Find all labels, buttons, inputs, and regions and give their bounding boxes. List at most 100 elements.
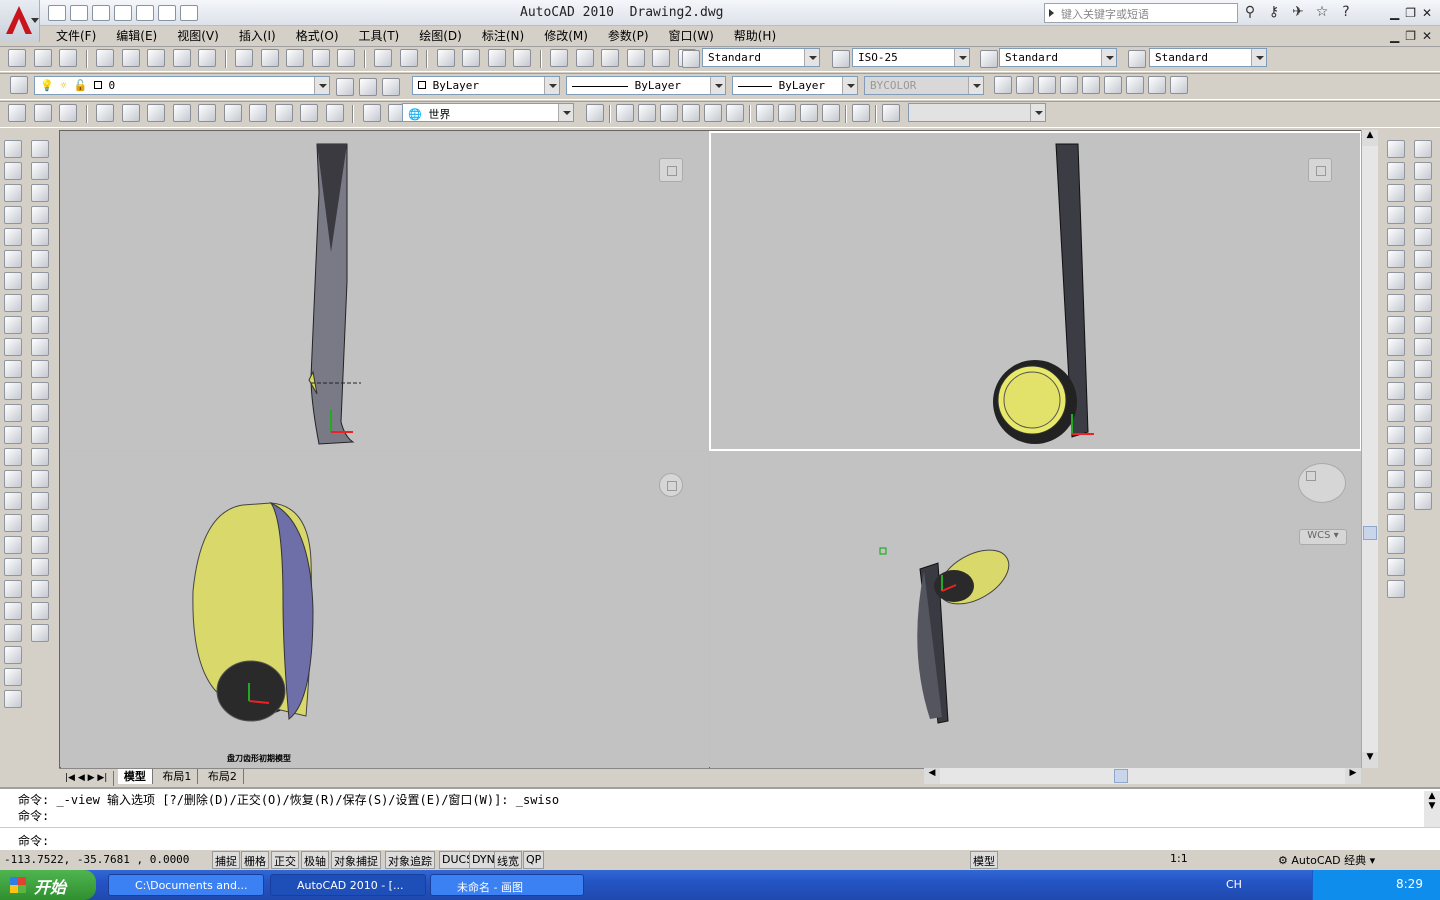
move-icon[interactable] bbox=[31, 250, 49, 268]
ucs-view-icon[interactable] bbox=[147, 104, 165, 122]
ucs-apply-icon[interactable] bbox=[325, 104, 344, 122]
ucs-face-icon[interactable] bbox=[96, 104, 114, 122]
rotate-icon[interactable] bbox=[31, 272, 49, 290]
make-block-icon[interactable] bbox=[4, 404, 22, 422]
menu-file[interactable]: 文件(F) bbox=[46, 26, 106, 44]
tab-model[interactable]: 模型 bbox=[117, 769, 153, 784]
dim-style-icon[interactable] bbox=[1387, 580, 1405, 598]
diameter-dim-icon[interactable] bbox=[1387, 272, 1405, 290]
arc-length-icon[interactable] bbox=[1387, 184, 1405, 202]
linear-dim-icon[interactable] bbox=[1387, 140, 1405, 158]
snap-center-icon[interactable] bbox=[1414, 294, 1432, 312]
zoom-scale-icon[interactable] bbox=[1038, 76, 1056, 94]
menu-help[interactable]: 帮助(H) bbox=[724, 26, 786, 44]
scroll-up-icon[interactable]: ▲ bbox=[1362, 130, 1378, 146]
viewport-bottom-left[interactable]: 盘刀齿形初期模型 bbox=[61, 451, 709, 768]
dim-style-icon[interactable] bbox=[832, 50, 850, 68]
ucs-previous-icon[interactable] bbox=[59, 104, 77, 122]
table-style-icon[interactable] bbox=[980, 50, 998, 68]
search-input[interactable]: 键入关键字或短语 bbox=[1044, 3, 1238, 23]
zoom-in-icon[interactable] bbox=[1104, 76, 1122, 94]
layer-previous-icon[interactable] bbox=[359, 78, 377, 96]
ucs-select[interactable]: 🌐 世界 bbox=[402, 103, 574, 122]
trim-icon[interactable] bbox=[31, 338, 49, 356]
wcs-menu[interactable]: WCS ▾ bbox=[1299, 529, 1347, 545]
qnew-icon[interactable] bbox=[8, 49, 26, 67]
toggle-grid[interactable]: 栅格 bbox=[241, 851, 269, 869]
doc-minimize-icon[interactable]: ▁ bbox=[1390, 29, 1399, 43]
inspection-icon[interactable] bbox=[1387, 470, 1405, 488]
text-icon[interactable] bbox=[4, 558, 22, 576]
snap-node-icon[interactable] bbox=[1414, 404, 1432, 422]
viewcube-bottom-right[interactable] bbox=[1298, 463, 1346, 503]
revcloud-icon[interactable] bbox=[4, 294, 22, 312]
paste-icon[interactable] bbox=[286, 49, 304, 67]
markup-icon[interactable] bbox=[652, 49, 670, 67]
properties-icon[interactable] bbox=[550, 49, 568, 67]
toggle-polar[interactable]: 极轴 bbox=[301, 851, 329, 869]
spellcheck-icon[interactable] bbox=[4, 602, 22, 620]
layer-states-icon[interactable] bbox=[382, 78, 400, 96]
ne-iso-icon[interactable] bbox=[800, 104, 818, 122]
toggle-snap[interactable]: 捕捉 bbox=[212, 851, 240, 869]
vertical-scrollbar[interactable]: ▲ ▼ bbox=[1361, 130, 1378, 768]
menu-window[interactable]: 窗口(W) bbox=[659, 26, 724, 44]
ucs-z-icon[interactable] bbox=[300, 104, 318, 122]
toggle-otrack[interactable]: 对象追踪 bbox=[385, 851, 435, 869]
ucs-manager-icon[interactable] bbox=[362, 104, 381, 122]
zoom-extents-icon[interactable] bbox=[1170, 76, 1188, 94]
vscroll-thumb[interactable] bbox=[1363, 526, 1377, 540]
front-view-icon[interactable] bbox=[704, 104, 722, 122]
join-icon[interactable] bbox=[31, 404, 49, 422]
osnap-settings-icon[interactable] bbox=[1414, 492, 1432, 510]
clock[interactable]: 8:29 bbox=[1396, 877, 1423, 891]
key-icon[interactable]: ⚷ bbox=[1266, 4, 1282, 20]
snap-extension-icon[interactable] bbox=[1414, 272, 1432, 290]
ucs-origin-icon[interactable] bbox=[172, 104, 191, 122]
zoom-previous-icon[interactable] bbox=[513, 49, 531, 67]
point-icon[interactable] bbox=[4, 426, 22, 444]
edit-text-icon[interactable] bbox=[4, 624, 22, 642]
extend-icon[interactable] bbox=[31, 360, 49, 378]
workspace-icon[interactable] bbox=[180, 5, 198, 21]
menu-view[interactable]: 视图(V) bbox=[167, 26, 229, 44]
dim-edit-icon[interactable] bbox=[1387, 514, 1405, 532]
viewcube-top-right[interactable] bbox=[1308, 158, 1332, 182]
viewcube-bottom-left[interactable] bbox=[659, 473, 683, 497]
ordinate-dim-icon[interactable] bbox=[1387, 206, 1405, 224]
plot-icon[interactable] bbox=[96, 49, 114, 67]
angular-dim-icon[interactable] bbox=[1387, 294, 1405, 312]
zoom-dynamic-icon[interactable] bbox=[1016, 76, 1034, 94]
camera-icon[interactable] bbox=[852, 104, 870, 122]
ucs-object-icon[interactable] bbox=[121, 104, 140, 122]
application-menu-button[interactable] bbox=[0, 0, 40, 42]
right-view-icon[interactable] bbox=[682, 104, 700, 122]
snap-intersection-icon[interactable] bbox=[1414, 228, 1432, 246]
named-views-icon[interactable] bbox=[586, 104, 604, 122]
new-file-icon[interactable] bbox=[48, 5, 66, 21]
plot-preview-icon[interactable] bbox=[121, 49, 140, 67]
menu-format[interactable]: 格式(O) bbox=[286, 26, 349, 44]
continue-dim-icon[interactable] bbox=[1387, 360, 1405, 378]
taskbar-item-paint[interactable]: 未命名 - 画图 bbox=[430, 874, 584, 896]
offset-icon[interactable] bbox=[31, 206, 49, 224]
edit-block-icon[interactable] bbox=[31, 624, 49, 642]
scroll-left-icon[interactable]: ◀ bbox=[924, 768, 940, 784]
etransmit-icon[interactable] bbox=[198, 49, 216, 67]
zoom-out-icon[interactable] bbox=[1126, 76, 1144, 94]
help-icon[interactable]: ? bbox=[1338, 4, 1354, 20]
mirror-icon[interactable] bbox=[31, 184, 49, 202]
array-icon[interactable] bbox=[31, 228, 49, 246]
snap-midpoint-icon[interactable] bbox=[1414, 206, 1432, 224]
menu-draw[interactable]: 绘图(D) bbox=[409, 26, 472, 44]
hatch-icon[interactable] bbox=[4, 448, 22, 466]
layer-select[interactable]: 💡 ☼ 🔓 0 bbox=[34, 76, 330, 95]
taskbar-item-explorer[interactable]: C:\Documents and... bbox=[108, 874, 264, 896]
mleader-style-icon[interactable] bbox=[1128, 50, 1146, 68]
text-style-select[interactable]: Standard bbox=[702, 48, 820, 67]
model-space-button[interactable]: 模型 bbox=[970, 851, 998, 869]
baseline-dim-icon[interactable] bbox=[1387, 338, 1405, 356]
arc-icon[interactable] bbox=[4, 250, 22, 268]
taskbar-item-autocad[interactable]: AutoCAD 2010 - [... bbox=[270, 874, 426, 896]
mtext-icon[interactable] bbox=[4, 536, 22, 554]
